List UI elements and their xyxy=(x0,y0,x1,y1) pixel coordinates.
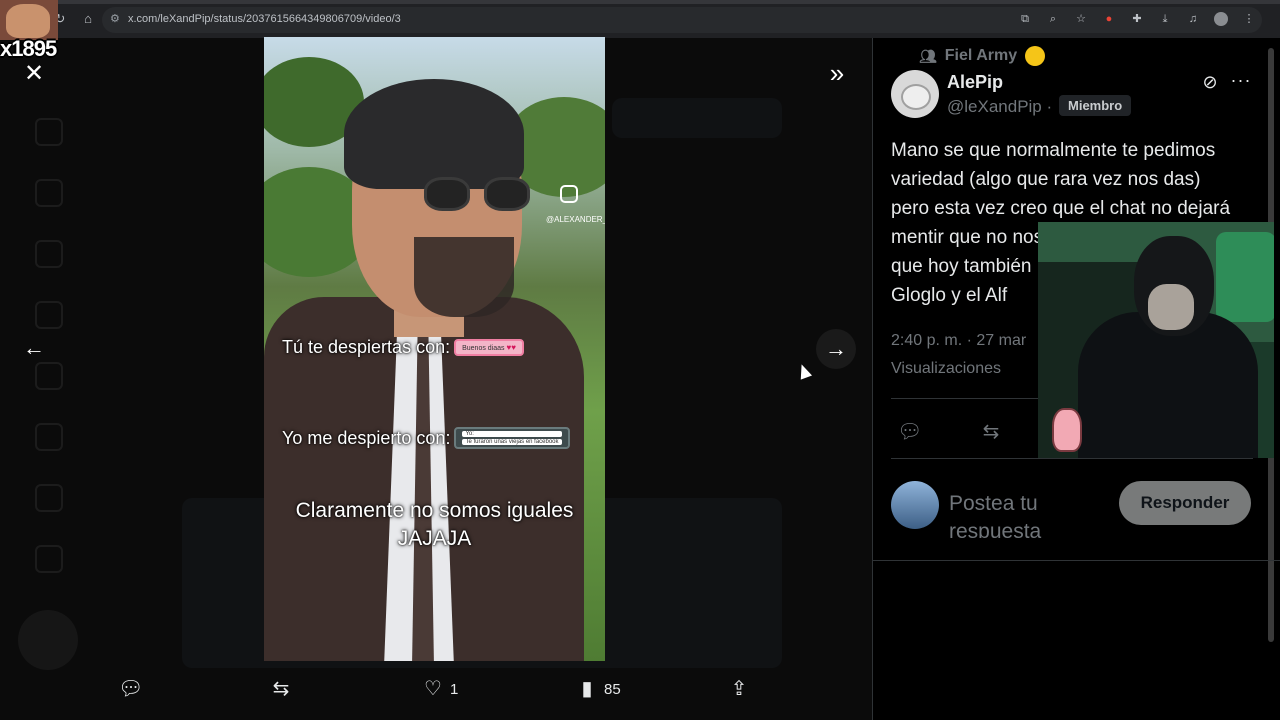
reply-icon[interactable]: 💬︎ xyxy=(897,420,922,444)
download-icon[interactable]: ⤓ xyxy=(1158,12,1172,26)
repost-action[interactable]: ⇆ xyxy=(270,678,292,700)
video-person-sunglasses xyxy=(424,177,544,217)
divider xyxy=(873,560,1280,561)
bookmark-star-icon[interactable]: ☆ xyxy=(1074,12,1088,26)
bubble-text: Te furaron unas viejas en facebook xyxy=(462,439,562,445)
dimmed-card xyxy=(612,98,782,138)
video-caption: Yo me despierto con: xyxy=(282,427,451,448)
bubble-text: Buenos diaas xyxy=(462,345,505,352)
browser-menu-icon[interactable]: ⋮ xyxy=(1242,12,1256,26)
video-caption-line: Claramente no somos iguales xyxy=(295,499,574,522)
arrow-right-icon[interactable]: → xyxy=(816,329,856,369)
streamer-name-overlay: x1895 xyxy=(0,36,57,61)
repost-icon[interactable]: ⇆ xyxy=(979,420,1003,444)
bar-chart-icon[interactable]: ▮ xyxy=(576,678,598,700)
dimmed-more-icon xyxy=(35,545,63,573)
share-icon[interactable]: ⇪ xyxy=(728,678,750,700)
reply-input[interactable]: Postea tu respuesta xyxy=(949,490,1109,538)
saluting-face-icon xyxy=(1025,46,1046,66)
video-watermark: @ALEXANDER_B_R xyxy=(546,215,605,224)
webcam-person-face xyxy=(1148,284,1194,330)
extension-red-icon[interactable]: ● xyxy=(1102,12,1116,26)
dimmed-messages-icon xyxy=(35,301,63,329)
instagram-icon xyxy=(560,185,578,203)
browser-extension-icons: ⧉ ⌕ ☆ ● ✚ ⤓ ♫ ⋮ xyxy=(1018,12,1256,26)
post-timestamp[interactable]: 2:40 p. m. · 27 mar xyxy=(891,332,1026,350)
dimmed-home-icon xyxy=(35,118,63,146)
view-count: 85 xyxy=(604,680,621,698)
close-icon[interactable]: ✕ xyxy=(20,60,48,88)
dimmed-search-icon xyxy=(35,179,63,207)
grok-icon[interactable]: ⊘ xyxy=(1199,71,1221,93)
community-label[interactable]: 👥︎ Fiel Army xyxy=(919,46,1046,66)
sticker-overlay xyxy=(1052,408,1082,452)
address-url[interactable]: x.com/leXandPip/status/20376156643498067… xyxy=(128,13,401,25)
video-caption: Tú te despiertas con: xyxy=(282,337,451,357)
video-person-hair xyxy=(344,79,524,189)
video-caption-row: Tú te despiertas con: Buenos diaas ♥♥ xyxy=(264,337,605,358)
author-avatar[interactable] xyxy=(891,70,939,118)
like-count: 1 xyxy=(450,680,459,698)
media-icon[interactable]: ♫ xyxy=(1186,12,1200,26)
community-name[interactable]: Fiel Army xyxy=(945,47,1017,65)
double-chevron-right-icon[interactable]: » xyxy=(822,58,852,88)
post-actions: 💬︎ ⇆ xyxy=(897,420,1003,444)
streamer-face xyxy=(6,4,50,38)
video-chat-bubble: Yo: Te furaron unas viejas en facebook xyxy=(454,427,570,449)
heart-emoji-icon: ♥♥ xyxy=(506,343,516,352)
zoom-icon[interactable]: ⌕ xyxy=(1046,12,1060,26)
author-name[interactable]: AlePip xyxy=(947,72,1003,93)
home-icon[interactable]: ⌂ xyxy=(80,11,96,27)
like-action[interactable]: ♡ 1 xyxy=(422,678,458,700)
install-app-icon[interactable]: ⧉ xyxy=(1018,12,1032,26)
dimmed-notifications-icon xyxy=(35,240,63,268)
post-views-label: Visualizaciones xyxy=(891,360,1001,377)
profile-avatar[interactable] xyxy=(1214,12,1228,26)
post-text-line: Mano se que normalmente te pedimos xyxy=(891,140,1216,161)
video-person-beard xyxy=(414,237,514,317)
video-caption-main: Claramente no somos iguales JAJAJA xyxy=(264,497,605,553)
reply-icon[interactable]: 💬︎ xyxy=(118,678,143,700)
reply-button[interactable]: Responder xyxy=(1119,481,1251,525)
dimmed-compose-button xyxy=(18,610,78,670)
browser-nav-buttons: ↻ ⌂ xyxy=(52,11,96,27)
arrow-left-icon[interactable]: ← xyxy=(20,334,48,362)
dimmed-profile-icon xyxy=(35,484,63,512)
more-icon[interactable]: ··· xyxy=(1229,69,1253,91)
browser-toolbar: ↻ ⌂ ⚙ x.com/leXandPip/status/20376156643… xyxy=(0,0,1280,38)
extensions-puzzle-icon[interactable]: ✚ xyxy=(1130,12,1144,26)
browser-tab-strip xyxy=(0,0,1280,4)
video-chat-bubble: Buenos diaas ♥♥ xyxy=(454,339,524,356)
video-caption-row: Yo me despierto con: Yo: Te furaron unas… xyxy=(264,427,605,449)
community-icon: 👥︎ xyxy=(919,47,937,64)
post-text-line: pero esta vez creo que el chat no dejará xyxy=(891,198,1231,219)
dimmed-lists-icon xyxy=(35,423,63,451)
site-info-icon[interactable]: ⚙ xyxy=(110,12,124,26)
repost-icon[interactable]: ⇆ xyxy=(270,678,292,700)
views-action[interactable]: ▮ 85 xyxy=(576,678,621,700)
post-text-line: variedad (algo que rara vez nos das) xyxy=(891,169,1201,190)
media-action-bar: 💬︎ ⇆ ♡ 1 ▮ 85 ⇪ xyxy=(0,672,872,712)
dimmed-grok-icon xyxy=(35,362,63,390)
share-action[interactable]: ⇪ xyxy=(728,678,750,700)
video-player[interactable]: @ALEXANDER_B_R Tú te despiertas con: Bue… xyxy=(264,37,605,661)
bubble-text: Yo: xyxy=(462,431,562,437)
author-handle[interactable]: @leXandPip · xyxy=(947,97,1052,117)
video-caption-line: JAJAJA xyxy=(397,527,472,550)
member-badge: Miembro xyxy=(1059,95,1132,116)
webcam-light xyxy=(1216,232,1274,322)
heart-icon[interactable]: ♡ xyxy=(422,678,444,700)
dimmed-sidebar xyxy=(18,118,78,606)
current-user-avatar xyxy=(891,481,939,529)
divider xyxy=(891,458,1253,459)
streamer-avatar-overlay xyxy=(0,0,58,40)
reply-action[interactable]: 💬︎ xyxy=(118,678,143,700)
